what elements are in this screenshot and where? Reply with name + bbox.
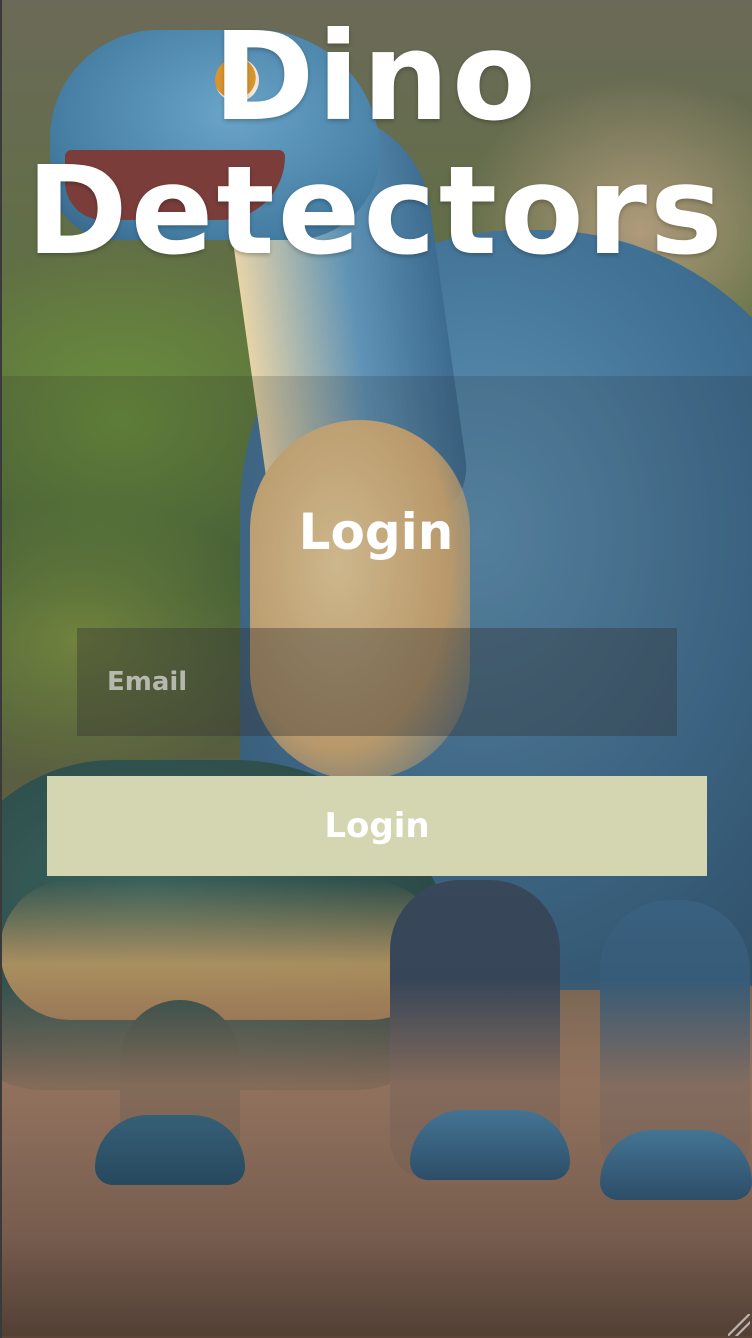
- app-title-line-2: Detectors: [26, 140, 726, 282]
- login-button[interactable]: Login: [47, 776, 707, 876]
- resize-handle-icon[interactable]: [728, 1314, 750, 1336]
- login-heading: Login: [298, 503, 454, 561]
- app-title: Dino Detectors: [0, 10, 752, 278]
- window-edge: [0, 0, 2, 1338]
- app-title-line-1: Dino: [213, 6, 539, 148]
- email-field[interactable]: [77, 628, 677, 736]
